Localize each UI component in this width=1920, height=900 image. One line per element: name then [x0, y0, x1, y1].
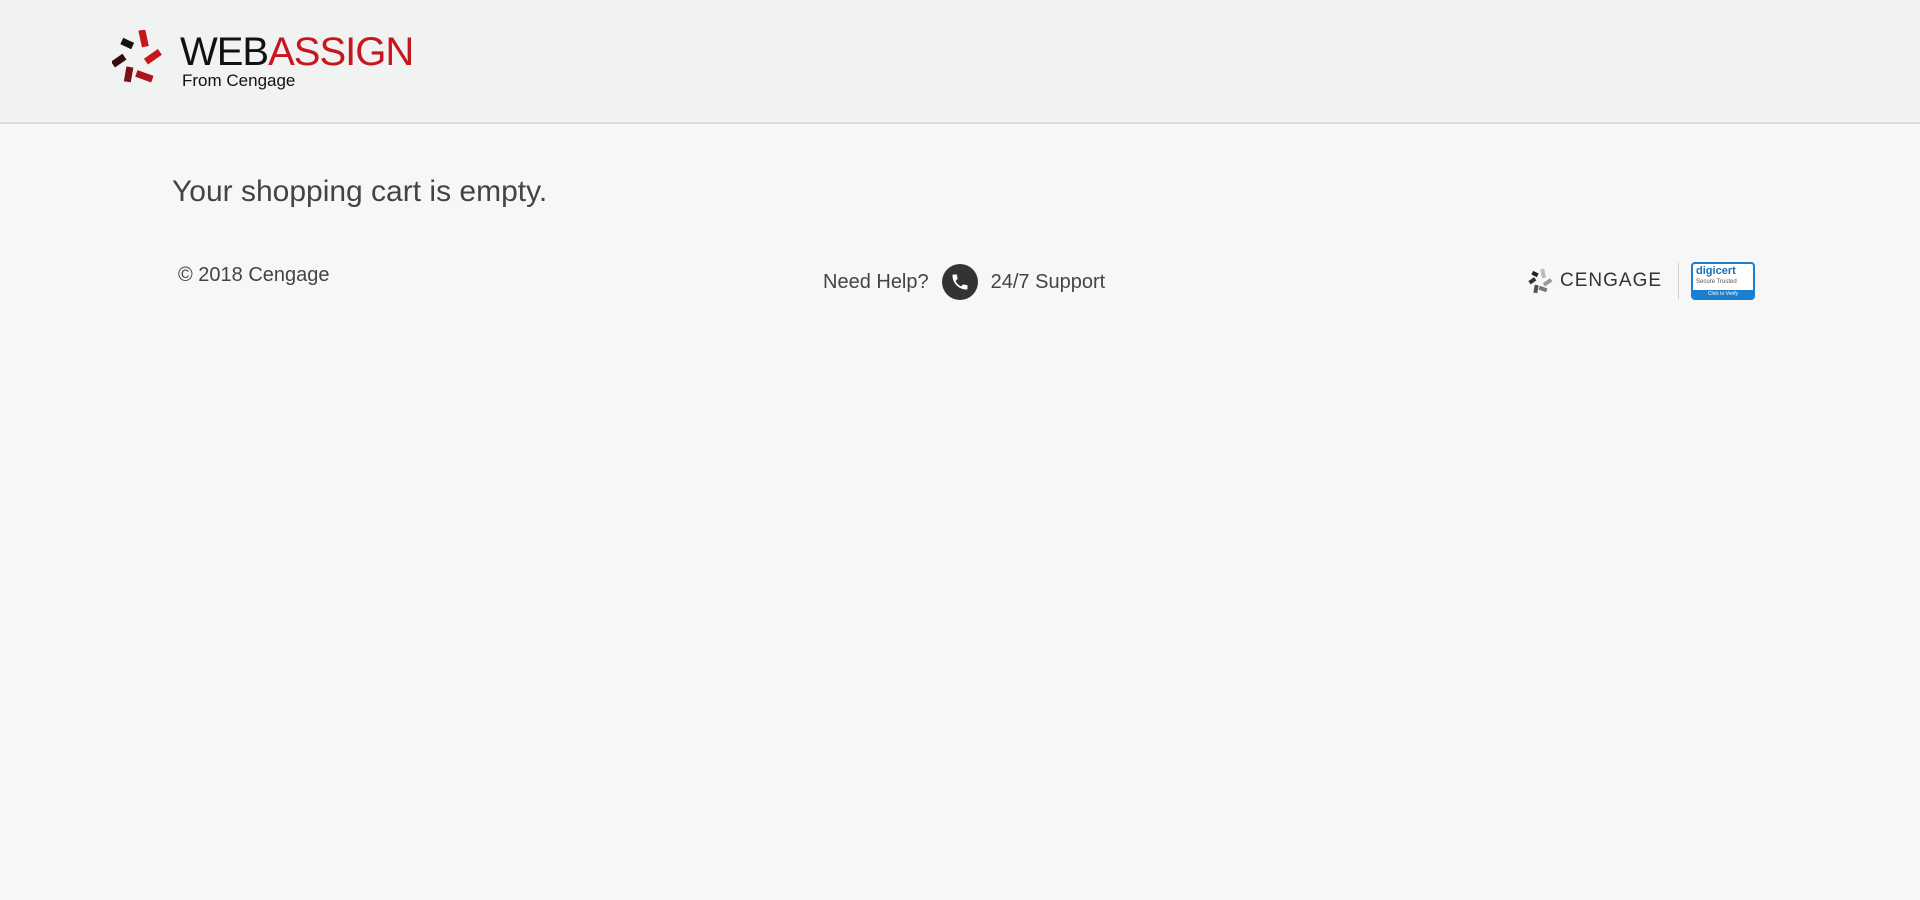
digicert-brand: digicert [1696, 265, 1736, 277]
footer-divider [1678, 263, 1680, 299]
page-header: WEBASSIGN From Cengage [0, 0, 1920, 124]
webassign-logo-icon [112, 30, 162, 83]
support-link[interactable]: 24/7 Support [991, 271, 1106, 294]
phone-icon[interactable] [941, 264, 978, 300]
cengage-logo-text: CENGAGE [1560, 270, 1663, 291]
digicert-tagline: Secure Trusted [1696, 279, 1737, 285]
copyright-text: © 2018 Cengage [178, 264, 330, 286]
cengage-logo-icon [1528, 268, 1553, 294]
footer-logos: CENGAGE digicert Secure Trusted Click to… [1528, 262, 1756, 300]
cengage-logo-link[interactable]: CENGAGE [1528, 267, 1662, 295]
need-help-label: Need Help? [823, 270, 929, 293]
webassign-logo-link[interactable]: WEBASSIGN From Cengage [112, 28, 414, 94]
logo-subtitle: From Cengage [182, 71, 296, 90]
logo-wordmark: WEBASSIGN [180, 30, 414, 74]
help-section: Need Help? 24/7 Support [823, 264, 1105, 300]
digicert-seal[interactable]: digicert Secure Trusted Click to Verify [1691, 262, 1756, 300]
cart-empty-message: Your shopping cart is empty. [172, 175, 548, 208]
digicert-verify: Click to Verify [1693, 290, 1754, 298]
